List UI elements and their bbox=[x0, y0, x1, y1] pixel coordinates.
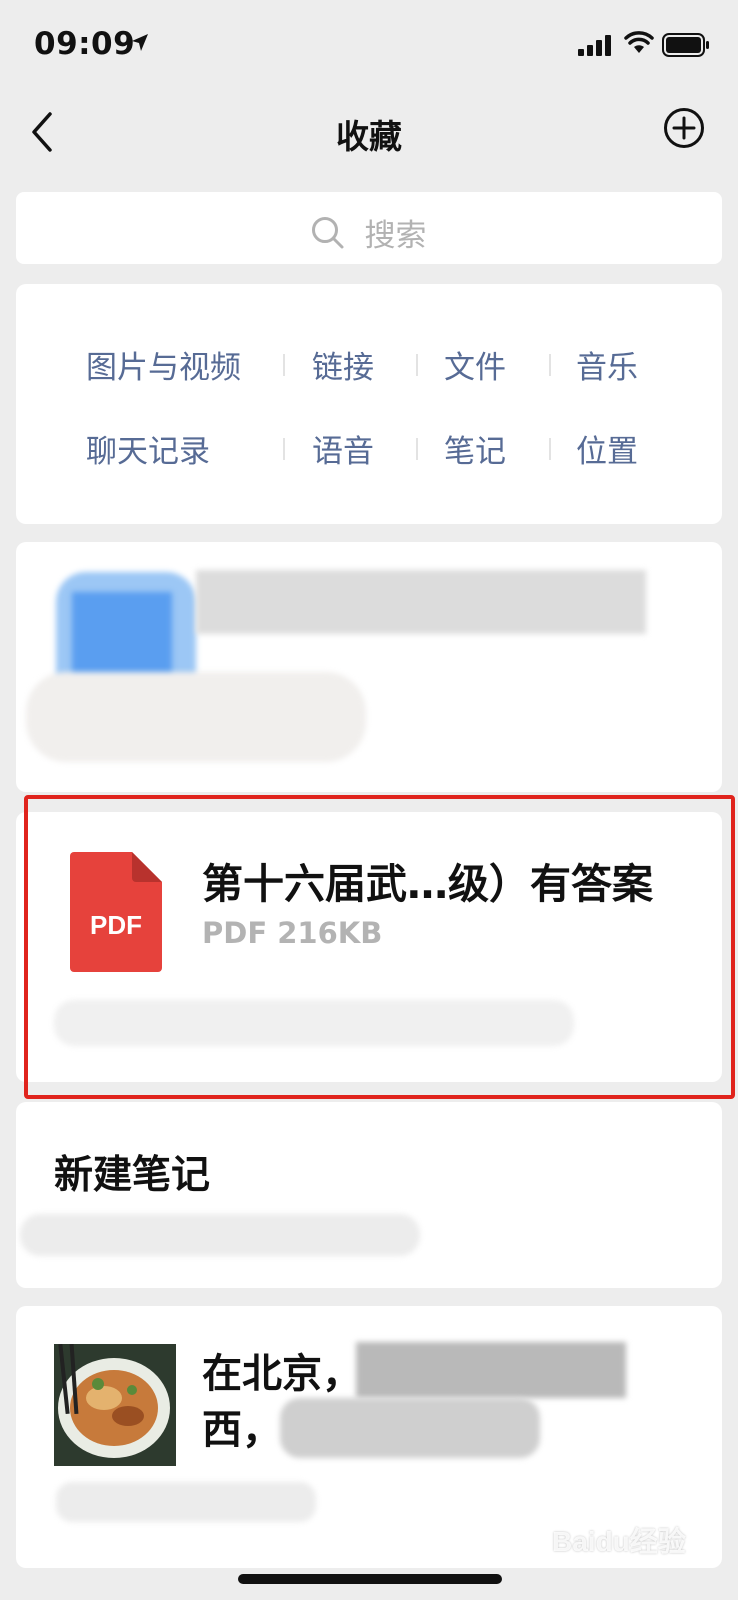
category-divider bbox=[549, 438, 551, 460]
wifi-icon bbox=[624, 31, 654, 53]
redacted-post-title bbox=[356, 1342, 626, 1398]
category-chat-history[interactable]: 聊天记录 bbox=[86, 426, 210, 471]
status-time: 09:09 bbox=[34, 26, 136, 62]
category-files[interactable]: 文件 bbox=[444, 342, 506, 387]
baidu-watermark: Baidu经验 bbox=[552, 1520, 686, 1560]
favorite-item-redacted[interactable] bbox=[16, 542, 722, 792]
post-thumbnail-image bbox=[54, 1344, 176, 1466]
redacted-title bbox=[196, 570, 646, 634]
category-music[interactable]: 音乐 bbox=[576, 342, 638, 387]
plus-circle-icon[interactable] bbox=[662, 106, 706, 150]
status-bar: 09:09 bbox=[0, 0, 738, 90]
search-icon bbox=[312, 216, 344, 248]
home-indicator bbox=[238, 1574, 502, 1584]
category-divider bbox=[549, 354, 551, 376]
search-input[interactable]: 搜索 bbox=[16, 192, 722, 264]
favorite-item-note[interactable]: 新建笔记 bbox=[16, 1102, 722, 1288]
redacted-post-subtext bbox=[56, 1482, 316, 1522]
redacted-subtext bbox=[26, 672, 366, 762]
category-notes[interactable]: 笔记 bbox=[444, 426, 506, 471]
battery-icon bbox=[662, 33, 709, 57]
search-placeholder: 搜索 bbox=[364, 218, 427, 254]
category-divider bbox=[416, 354, 418, 376]
category-row-2: 聊天记录 语音 笔记 位置 bbox=[16, 416, 722, 476]
category-divider bbox=[283, 354, 285, 376]
category-divider bbox=[416, 438, 418, 460]
category-location[interactable]: 位置 bbox=[576, 426, 638, 471]
redacted-thumbnail-detail bbox=[72, 592, 172, 682]
cellular-signal-icon bbox=[578, 35, 611, 56]
page-title: 收藏 bbox=[336, 117, 402, 156]
redacted-post-title-2 bbox=[280, 1398, 540, 1458]
watermark-text: Baidu经验 bbox=[552, 1526, 686, 1557]
category-divider bbox=[283, 438, 285, 460]
redacted-source bbox=[54, 1000, 574, 1046]
category-filter-card: 图片与视频 链接 文件 音乐 聊天记录 语音 笔记 位置 bbox=[16, 284, 722, 524]
location-arrow-icon bbox=[132, 34, 148, 51]
search-inner: 搜索 bbox=[16, 210, 722, 255]
pdf-icon-label: PDF bbox=[90, 910, 142, 940]
note-title: 新建笔记 bbox=[54, 1153, 211, 1198]
file-meta: PDF 216KB bbox=[202, 916, 383, 950]
pdf-file-icon: PDF bbox=[70, 852, 162, 972]
category-links[interactable]: 链接 bbox=[312, 342, 374, 387]
nav-bar: 收藏 bbox=[0, 90, 738, 170]
file-title: 第十六届武…级）有答案 bbox=[202, 860, 653, 908]
redacted-note-subtext bbox=[20, 1214, 420, 1256]
category-photos-videos[interactable]: 图片与视频 bbox=[86, 342, 241, 387]
category-voice[interactable]: 语音 bbox=[312, 426, 374, 471]
category-row-1: 图片与视频 链接 文件 音乐 bbox=[16, 332, 722, 392]
favorite-item-pdf-file[interactable]: PDF 第十六届武…级）有答案 PDF 216KB bbox=[16, 812, 722, 1082]
